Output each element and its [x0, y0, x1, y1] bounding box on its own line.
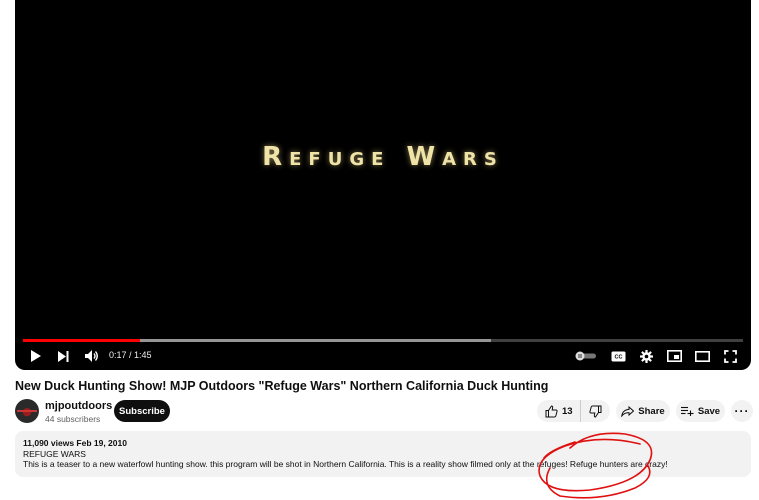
settings-icon	[639, 349, 653, 363]
thumbs-up-icon	[545, 404, 558, 417]
like-dislike-group: 13	[537, 400, 610, 422]
views-and-date: 11,090 views Feb 19, 2010	[23, 438, 127, 448]
description-line: This is a teaser to a new waterfowl hunt…	[23, 459, 668, 469]
more-actions-button[interactable]: ···	[731, 400, 753, 422]
play-button[interactable]	[27, 347, 43, 365]
share-button[interactable]: Share	[616, 400, 670, 422]
channel-name[interactable]: mjpoutdoors	[45, 400, 112, 412]
volume-button[interactable]	[83, 347, 101, 365]
captions-icon: CC	[611, 351, 625, 361]
autoplay-toggle[interactable]	[575, 347, 597, 365]
svg-text:CC: CC	[614, 354, 622, 360]
fullscreen-button[interactable]	[721, 347, 739, 365]
theater-icon	[694, 350, 710, 362]
video-player[interactable]: Refuge Wars 0:17 / 1:45 CC	[15, 0, 751, 370]
like-button[interactable]: 13	[537, 400, 581, 422]
captions-button[interactable]: CC	[609, 347, 627, 365]
dislike-button[interactable]	[581, 400, 610, 422]
save-label: Save	[697, 405, 721, 417]
subscribe-button[interactable]: Subscribe	[114, 400, 170, 422]
channel-avatar[interactable]	[15, 399, 39, 423]
description-box[interactable]: 11,090 views Feb 19, 2010 REFUGE WARS Th…	[15, 431, 751, 477]
description-line: REFUGE WARS	[23, 448, 86, 459]
miniplayer-icon	[666, 350, 682, 362]
current-time: 0:17	[109, 350, 127, 360]
thumbs-down-icon	[589, 405, 602, 418]
next-icon	[57, 350, 68, 362]
share-label: Share	[638, 405, 665, 417]
time-display: 0:17 / 1:45	[109, 350, 152, 360]
volume-icon	[85, 350, 98, 362]
miniplayer-button[interactable]	[665, 347, 683, 365]
theater-mode-button[interactable]	[693, 347, 711, 365]
subscriber-count: 44 subscribers	[45, 414, 101, 424]
play-icon	[30, 350, 41, 362]
progress-played	[23, 339, 140, 342]
like-count: 13	[562, 405, 573, 417]
progress-bar[interactable]	[23, 339, 743, 342]
settings-button[interactable]	[637, 347, 655, 365]
save-button[interactable]: Save	[676, 400, 725, 422]
duration: 1:45	[134, 350, 152, 360]
add-to-playlist-icon	[680, 406, 694, 416]
autoplay-toggle-icon	[575, 351, 596, 361]
video-title: New Duck Hunting Show! MJP Outdoors "Ref…	[15, 379, 549, 393]
fullscreen-icon	[723, 349, 737, 363]
time-separator: /	[126, 350, 135, 360]
share-icon	[621, 405, 635, 417]
more-icon: ···	[734, 404, 750, 418]
video-frame-text: Refuge Wars	[262, 142, 504, 172]
next-button[interactable]	[55, 347, 71, 365]
